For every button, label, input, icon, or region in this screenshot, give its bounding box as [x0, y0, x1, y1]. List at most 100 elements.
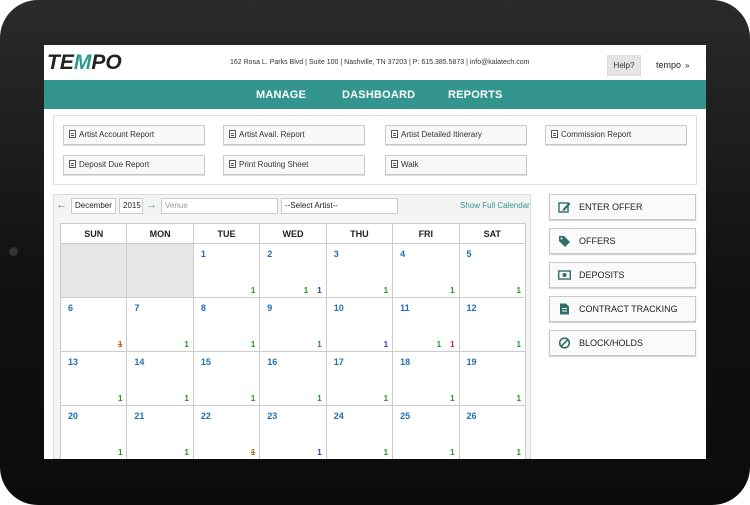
weekday-header: THU [325, 223, 394, 244]
calendar-day-cell[interactable]: 11 1 1 [392, 297, 460, 352]
prev-month-arrow-icon[interactable]: ← [56, 199, 67, 211]
event-count[interactable]: 1 [517, 286, 521, 295]
weekday-header: SUN [59, 223, 128, 244]
calendar-day-cell[interactable]: 22 1 [192, 405, 261, 459]
button-label: Walk [401, 160, 419, 169]
year-select[interactable]: 2015 [119, 198, 143, 214]
event-count[interactable]: 1 [384, 448, 388, 457]
calendar-day-cell[interactable]: 18 1 [392, 351, 460, 406]
calendar-day-cell[interactable]: 12 1 [458, 297, 527, 352]
main-nav: MANAGE DASHBOARD REPORTS [44, 80, 706, 109]
event-count[interactable]: 1 [384, 286, 388, 295]
venue-input[interactable]: Venue [161, 198, 278, 214]
calendar-day-cell[interactable]: 71 [126, 297, 194, 352]
next-month-arrow-icon[interactable]: → [146, 199, 157, 211]
calendar-day-cell[interactable]: 51 [458, 243, 527, 298]
commission-report-button[interactable]: Commission Report [545, 125, 687, 145]
calendar-day-cell[interactable]: 15 1 [192, 351, 261, 406]
calendar-day-cell[interactable]: 13 1 [59, 351, 128, 406]
nav-reports[interactable]: REPORTS [448, 89, 503, 101]
day-number: 9 [267, 303, 273, 313]
event-count[interactable]: 1 [317, 448, 321, 457]
event-counts: 1 [242, 394, 255, 403]
event-count[interactable]: 1 [317, 340, 321, 349]
calendar-week-row: 13 1 14 1 15 1 16 1 17 1 18 1 19 1 [59, 351, 527, 406]
ban-icon [558, 337, 571, 349]
event-count[interactable]: 1 [184, 394, 188, 403]
event-count[interactable]: 1 [251, 340, 255, 349]
deposit-due-report-button[interactable]: Deposit Due Report [63, 155, 205, 175]
event-count[interactable]: 1 [184, 340, 188, 349]
event-count[interactable]: 1 [450, 448, 454, 457]
event-count[interactable]: 1 [118, 448, 122, 457]
print-routing-sheet-button[interactable]: Print Routing Sheet [223, 155, 365, 175]
event-count[interactable]: 1 [304, 286, 308, 295]
artist-detailed-itinerary-button[interactable]: Artist Detailed Itinerary [385, 125, 527, 145]
event-count[interactable]: 1 [251, 448, 255, 457]
event-count[interactable]: 1 [437, 340, 441, 349]
event-count[interactable]: 1 [517, 394, 521, 403]
day-number: 10 [333, 303, 344, 313]
contract-tracking-button[interactable]: CONTRACT TRACKING [549, 296, 696, 322]
calendar-day-cell[interactable] [59, 243, 128, 298]
weekday-header-row: SUN MON TUE WED THU FRI SAT [59, 223, 527, 244]
nav-dashboard[interactable]: DASHBOARD [342, 89, 415, 101]
event-count[interactable]: 1 [450, 286, 454, 295]
calendar-day-cell[interactable]: 14 1 [126, 351, 194, 406]
calendar-day-cell[interactable]: 21 1 [126, 405, 194, 459]
day-number: 1 [200, 249, 206, 259]
calendar-day-cell[interactable]: 16 1 [259, 351, 327, 406]
artist-account-report-button[interactable]: Artist Account Report [63, 125, 205, 145]
user-menu[interactable]: tempo» [656, 60, 689, 70]
calendar-day-cell[interactable]: 19 1 [458, 351, 527, 406]
event-count[interactable]: 1 [384, 394, 388, 403]
calendar-day-cell[interactable]: 26 1 [458, 405, 527, 459]
event-count[interactable]: 1 [317, 286, 321, 295]
show-full-calendar-link[interactable]: Show Full Calendar [460, 201, 530, 210]
calendar-day-cell[interactable]: 10 1 [325, 297, 394, 352]
document-icon [391, 160, 398, 168]
calendar-week-row: 11211314151 [59, 243, 527, 298]
event-count[interactable]: 1 [517, 448, 521, 457]
event-count[interactable]: 1 [384, 340, 388, 349]
event-counts: 1 [375, 340, 388, 349]
event-count[interactable]: 1 [118, 394, 122, 403]
event-count[interactable]: 1 [517, 340, 521, 349]
calendar-day-cell[interactable]: 211 [259, 243, 327, 298]
walk-button[interactable]: Walk [385, 155, 527, 175]
month-select[interactable]: December [71, 198, 116, 214]
calendar-day-cell[interactable]: 25 1 [392, 405, 460, 459]
event-count[interactable]: 1 [450, 340, 454, 349]
event-count[interactable]: 1 [184, 448, 188, 457]
event-count[interactable]: 1 [450, 394, 454, 403]
event-count[interactable]: 1 [317, 394, 321, 403]
calendar-day-cell[interactable]: 23 1 [259, 405, 327, 459]
help-button[interactable]: Help? [607, 55, 641, 76]
calendar-day-cell[interactable]: 61 [59, 297, 128, 352]
calendar-day-cell[interactable] [126, 243, 194, 298]
calendar-day-cell[interactable]: 91 [259, 297, 327, 352]
enter-offer-button[interactable]: ENTER OFFER [549, 194, 696, 220]
event-count[interactable]: 1 [251, 286, 255, 295]
day-number: 18 [400, 357, 411, 367]
offers-button[interactable]: OFFERS [549, 228, 696, 254]
event-count[interactable]: 1 [251, 394, 255, 403]
calendar-day-cell[interactable]: 20 1 [59, 405, 128, 459]
deposits-button[interactable]: DEPOSITS [549, 262, 696, 288]
artist-avail-report-button[interactable]: Artist Avail. Report [223, 125, 365, 145]
nav-manage[interactable]: MANAGE [256, 89, 306, 101]
day-number: 21 [134, 411, 145, 421]
event-count[interactable]: 1 [118, 340, 122, 349]
calendar-day-cell[interactable]: 31 [325, 243, 394, 298]
calendar-day-cell[interactable]: 17 1 [325, 351, 394, 406]
event-counts: 1 [308, 394, 321, 403]
calendar-week-row: 20 1 21 1 22 1 23 1 24 1 25 1 26 1 [59, 405, 527, 459]
day-number: 22 [200, 411, 211, 421]
calendar-day-cell[interactable]: 41 [392, 243, 460, 298]
tempo-logo[interactable]: TEMPO [47, 51, 122, 75]
calendar-day-cell[interactable]: 24 1 [325, 405, 394, 459]
artist-select[interactable]: --Select Artist-- [281, 198, 398, 214]
block-holds-button[interactable]: BLOCK/HOLDS [549, 330, 696, 356]
calendar-day-cell[interactable]: 11 [192, 243, 261, 298]
calendar-day-cell[interactable]: 81 [192, 297, 261, 352]
